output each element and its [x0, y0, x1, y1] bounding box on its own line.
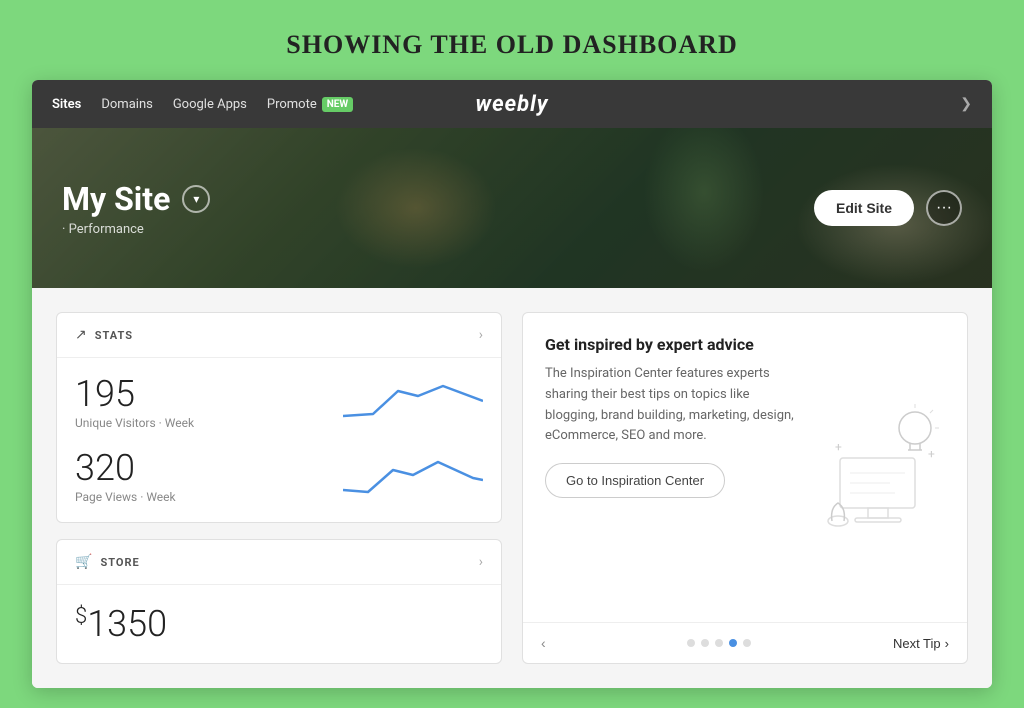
- site-name-text: My Site: [62, 180, 170, 218]
- nav-link-domains[interactable]: Domains: [101, 97, 152, 112]
- hero-left: My Site ▾ · Performance: [62, 180, 814, 237]
- stats-trending-icon: ↗: [75, 327, 87, 343]
- inspiration-text-area: Get inspired by expert advice The Inspir…: [545, 335, 799, 600]
- page-title: SHOWING THE OLD DASHBOARD: [286, 30, 737, 60]
- next-tip-label: Next Tip: [893, 636, 941, 651]
- inspiration-svg: + +: [820, 403, 940, 533]
- inspiration-cta-button[interactable]: Go to Inspiration Center: [545, 463, 725, 498]
- unique-visitors-chart: [343, 376, 483, 426]
- stats-card-header: ↗ STATS ›: [57, 313, 501, 358]
- main-content: ↗ STATS › 195 Unique Visitors · Week: [32, 288, 992, 688]
- left-column: ↗ STATS › 195 Unique Visitors · Week: [56, 312, 502, 664]
- store-card-arrow-icon[interactable]: ›: [479, 554, 483, 570]
- svg-text:+: +: [928, 447, 935, 461]
- dot-4-active: [729, 639, 737, 647]
- more-options-button[interactable]: ···: [926, 190, 962, 226]
- inspiration-prev-button[interactable]: ‹: [541, 635, 546, 651]
- right-column: Get inspired by expert advice The Inspir…: [522, 312, 968, 664]
- nav-chevron-icon[interactable]: ❯: [960, 96, 972, 112]
- edit-site-button[interactable]: Edit Site: [814, 190, 914, 226]
- promote-new-badge: NEW: [322, 97, 353, 112]
- nav-links: Sites Domains Google Apps Promote NEW: [52, 97, 353, 112]
- next-tip-button[interactable]: Next Tip ›: [893, 636, 949, 651]
- store-card-header: 🛒 STORE ›: [57, 540, 501, 585]
- store-amount-value: 1350: [87, 603, 167, 645]
- inspiration-illustration: + +: [815, 335, 945, 600]
- dot-indicators: [687, 639, 751, 647]
- nav-promote-group: Promote NEW: [267, 97, 353, 112]
- dot-1: [687, 639, 695, 647]
- store-dollar-sign: $: [75, 604, 87, 629]
- site-name-group: My Site ▾: [62, 180, 814, 218]
- stats-card-arrow-icon[interactable]: ›: [479, 327, 483, 343]
- stats-card-body: 195 Unique Visitors · Week 320 Page View…: [57, 358, 501, 522]
- inspiration-card-body: Get inspired by expert advice The Inspir…: [523, 313, 967, 622]
- store-card: 🛒 STORE › $1350: [56, 539, 502, 664]
- page-views-row: 320 Page Views · Week: [75, 450, 483, 504]
- inspiration-title: Get inspired by expert advice: [545, 335, 799, 354]
- hero-section: My Site ▾ · Performance Edit Site ···: [32, 128, 992, 288]
- dot-5: [743, 639, 751, 647]
- store-card-body: $1350: [57, 585, 501, 663]
- page-views-label: Page Views · Week: [75, 490, 176, 504]
- nav-link-sites[interactable]: Sites: [52, 97, 81, 112]
- inspiration-card: Get inspired by expert advice The Inspir…: [522, 312, 968, 664]
- stats-card-title: STATS: [95, 329, 133, 342]
- stats-card: ↗ STATS › 195 Unique Visitors · Week: [56, 312, 502, 523]
- store-card-header-left: 🛒 STORE: [75, 554, 140, 570]
- unique-visitors-data: 195 Unique Visitors · Week: [75, 376, 194, 430]
- page-views-data: 320 Page Views · Week: [75, 450, 176, 504]
- unique-visitors-count: 195: [75, 376, 194, 412]
- nav-link-google-apps[interactable]: Google Apps: [173, 97, 247, 112]
- inspiration-card-footer: ‹ Next Tip ›: [523, 622, 967, 663]
- inspiration-description: The Inspiration Center features experts …: [545, 364, 799, 447]
- page-views-count: 320: [75, 450, 176, 486]
- store-card-title: STORE: [100, 556, 139, 569]
- store-cart-icon: 🛒: [75, 554, 92, 570]
- weebly-logo: weebly: [475, 92, 548, 117]
- site-subtitle: · Performance: [62, 222, 814, 237]
- nav-link-promote[interactable]: Promote: [267, 97, 317, 112]
- dot-3: [715, 639, 723, 647]
- browser-window: Sites Domains Google Apps Promote NEW we…: [32, 80, 992, 688]
- nav-bar: Sites Domains Google Apps Promote NEW we…: [32, 80, 992, 128]
- dot-2: [701, 639, 709, 647]
- hero-right: Edit Site ···: [814, 190, 962, 226]
- svg-text:+: +: [835, 440, 842, 454]
- next-tip-arrow-icon: ›: [945, 636, 949, 651]
- store-amount: $1350: [75, 603, 483, 645]
- site-dropdown-button[interactable]: ▾: [182, 185, 210, 213]
- unique-visitors-row: 195 Unique Visitors · Week: [75, 376, 483, 430]
- page-views-chart: [343, 450, 483, 500]
- unique-visitors-label: Unique Visitors · Week: [75, 416, 194, 430]
- stats-card-header-left: ↗ STATS: [75, 327, 133, 343]
